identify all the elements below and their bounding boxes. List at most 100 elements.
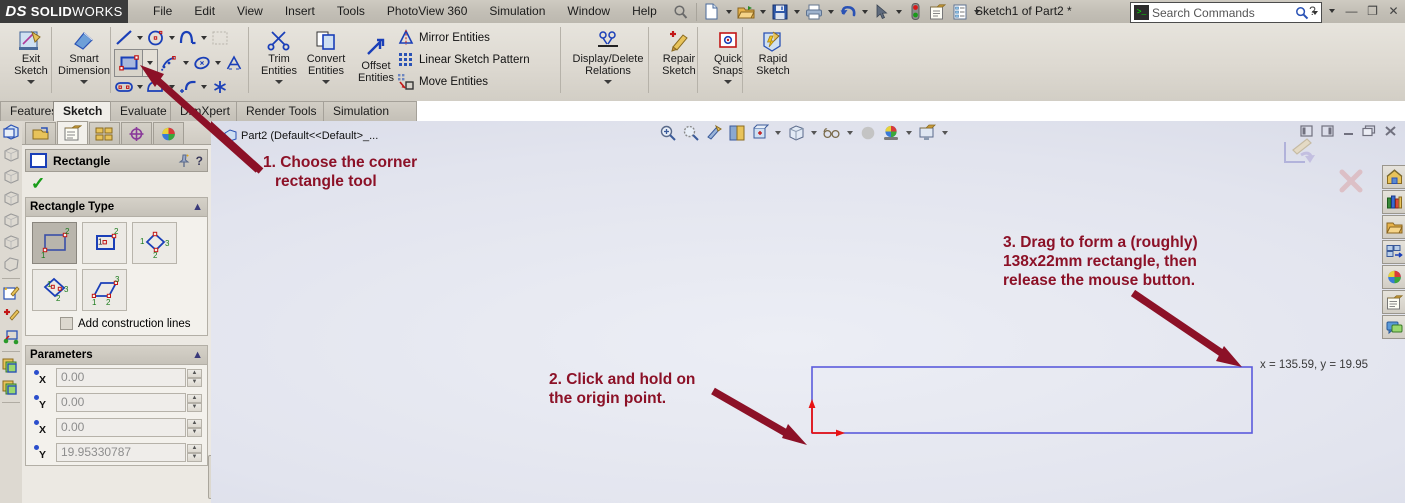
plane-top-icon[interactable] [1, 165, 21, 187]
undo-icon[interactable] [837, 1, 859, 23]
circle-dropdown-caret[interactable] [169, 36, 175, 40]
select-cursor-icon[interactable] [871, 1, 893, 23]
open-folder-icon[interactable] [735, 1, 757, 23]
spline-surface-dropdown-caret[interactable] [169, 85, 175, 89]
display-delete-dropdown-caret[interactable] [604, 80, 612, 84]
file-explorer-icon[interactable] [1382, 215, 1405, 239]
exit-sketch-button[interactable]: Exit Sketch [4, 26, 58, 84]
search-commands-box[interactable]: >_ Search Commands [1130, 2, 1322, 23]
configuration-icon[interactable] [1, 355, 21, 377]
origin-icon[interactable] [1, 253, 21, 275]
green-check-icon[interactable]: ✓ [31, 175, 45, 192]
convert-entities-button[interactable]: Convert Entities [298, 26, 354, 84]
sketch-rectangle[interactable] [811, 366, 1253, 434]
file-properties-icon[interactable] [949, 1, 971, 23]
parameter-y1-stepper[interactable]: ▲ ▼ [187, 393, 202, 412]
select-dropdown-caret[interactable] [895, 9, 902, 14]
menu-item-tools[interactable]: Tools [326, 0, 376, 23]
parameter-x2-stepper[interactable]: ▲ ▼ [187, 418, 202, 437]
corner-rectangle-icon[interactable] [114, 49, 144, 77]
display-state-icon[interactable] [1, 377, 21, 399]
feature-manager-tab[interactable] [25, 122, 56, 144]
solidworks-forum-icon[interactable] [1382, 315, 1405, 339]
new-document-icon[interactable] [701, 1, 723, 23]
3-point-center-rectangle-option[interactable]: 1 32 [32, 269, 77, 311]
print-icon[interactable] [803, 1, 825, 23]
mirror-entities-button[interactable]: Mirror Entities [394, 27, 554, 49]
slot-dropdown-caret[interactable] [137, 85, 143, 89]
graphics-viewport[interactable]: Part2 (Default<<Default>_... 1. Choose t… [211, 121, 1405, 503]
tab-simulation[interactable]: Simulation [323, 101, 417, 121]
sketch-new-icon[interactable] [1, 282, 21, 304]
rectangle-dropdown-caret[interactable] [143, 49, 158, 77]
menu-item-photoview360[interactable]: PhotoView 360 [376, 0, 479, 23]
3-point-corner-rectangle-option[interactable]: 1 32 [132, 222, 177, 264]
menu-item-simulation[interactable]: Simulation [478, 0, 556, 23]
spline-on-surface-icon[interactable] [146, 77, 166, 97]
rapid-sketch-button[interactable]: Rapid Sketch [746, 26, 800, 77]
parameter-y2-stepper[interactable]: ▲ ▼ [187, 443, 202, 462]
convert-dropdown-caret[interactable] [322, 80, 330, 84]
restore-button[interactable]: ❐ [1365, 3, 1380, 18]
help-dropdown-caret[interactable] [1329, 8, 1335, 13]
save-dropdown-caret[interactable] [793, 9, 800, 14]
options-icon[interactable] [927, 1, 949, 23]
solidworks-resources-icon[interactable] [1382, 165, 1405, 189]
polygon-icon[interactable] [160, 53, 180, 73]
plane-front-icon[interactable] [1, 143, 21, 165]
part-icon[interactable] [1, 121, 21, 143]
parameter-y2-input[interactable]: 19.95330787 [56, 443, 186, 462]
design-library-icon[interactable] [1382, 190, 1405, 214]
menu-item-edit[interactable]: Edit [183, 0, 226, 23]
linear-sketch-pattern-button[interactable]: Linear Sketch Pattern [394, 49, 554, 71]
open-dropdown-caret[interactable] [759, 9, 766, 14]
parameters-collapse-chevron-icon[interactable]: ▲ [192, 349, 203, 361]
3d-sketch-icon[interactable] [1, 326, 21, 348]
fillet-dropdown-caret[interactable] [201, 85, 207, 89]
point-icon[interactable] [210, 77, 230, 97]
plane-icon-5[interactable] [1, 231, 21, 253]
help-icon[interactable]: ? [1305, 3, 1320, 18]
menu-item-help[interactable]: Help [621, 0, 668, 23]
property-manager-tab[interactable] [57, 121, 88, 144]
minimize-button[interactable]: — [1344, 3, 1359, 18]
corner-rectangle-option[interactable]: 12 [32, 222, 77, 264]
spline-dropdown-caret[interactable] [201, 36, 207, 40]
add-construction-lines-checkbox[interactable] [60, 317, 73, 330]
pin-icon[interactable] [177, 154, 192, 168]
appearances-tab[interactable] [153, 122, 184, 144]
quick-snaps-dropdown-caret[interactable] [724, 80, 732, 84]
parameter-y1-input[interactable]: 0.00 [56, 393, 186, 412]
smart-dimension-button[interactable]: Smart Dimension [54, 26, 114, 84]
sketch-edit-icon[interactable] [1, 304, 21, 326]
add-construction-lines-row[interactable]: Add construction lines [26, 313, 207, 335]
appearances-scenes-icon[interactable] [1382, 265, 1405, 289]
smart-dimension-dropdown-caret[interactable] [80, 80, 88, 84]
plane-right-icon[interactable] [1, 187, 21, 209]
search-help-icon[interactable] [670, 1, 692, 23]
view-palette-icon[interactable] [1382, 240, 1405, 264]
trim-dropdown-caret[interactable] [275, 80, 283, 84]
ellipse-icon[interactable] [192, 53, 212, 73]
parameter-x2-input[interactable]: 0.00 [56, 418, 186, 437]
move-entities-button[interactable]: Move Entities [394, 71, 554, 93]
menu-item-file[interactable]: File [142, 0, 183, 23]
print-dropdown-caret[interactable] [827, 9, 834, 14]
search-input[interactable]: Search Commands [1152, 6, 1295, 20]
custom-properties-icon[interactable] [1382, 290, 1405, 314]
collapse-chevron-icon[interactable]: ▲ [192, 201, 203, 213]
help-icon[interactable]: ? [196, 154, 203, 168]
parameter-x1-stepper[interactable]: ▲ ▼ [187, 368, 202, 387]
parallelogram-option[interactable]: 1 2 3 [82, 269, 127, 311]
parameter-x1-input[interactable]: 0.00 [56, 368, 186, 387]
dimxpert-manager-tab[interactable] [121, 122, 152, 144]
spline-icon[interactable] [178, 28, 198, 48]
close-button[interactable]: ✕ [1386, 3, 1401, 18]
undo-dropdown-caret[interactable] [861, 9, 868, 14]
save-icon[interactable] [769, 1, 791, 23]
new-document-dropdown-caret[interactable] [725, 9, 732, 14]
exit-sketch-dropdown-caret[interactable] [27, 80, 35, 84]
menu-item-view[interactable]: View [226, 0, 274, 23]
center-rectangle-option[interactable]: 12 [82, 222, 127, 264]
slot-icon[interactable] [114, 77, 134, 97]
